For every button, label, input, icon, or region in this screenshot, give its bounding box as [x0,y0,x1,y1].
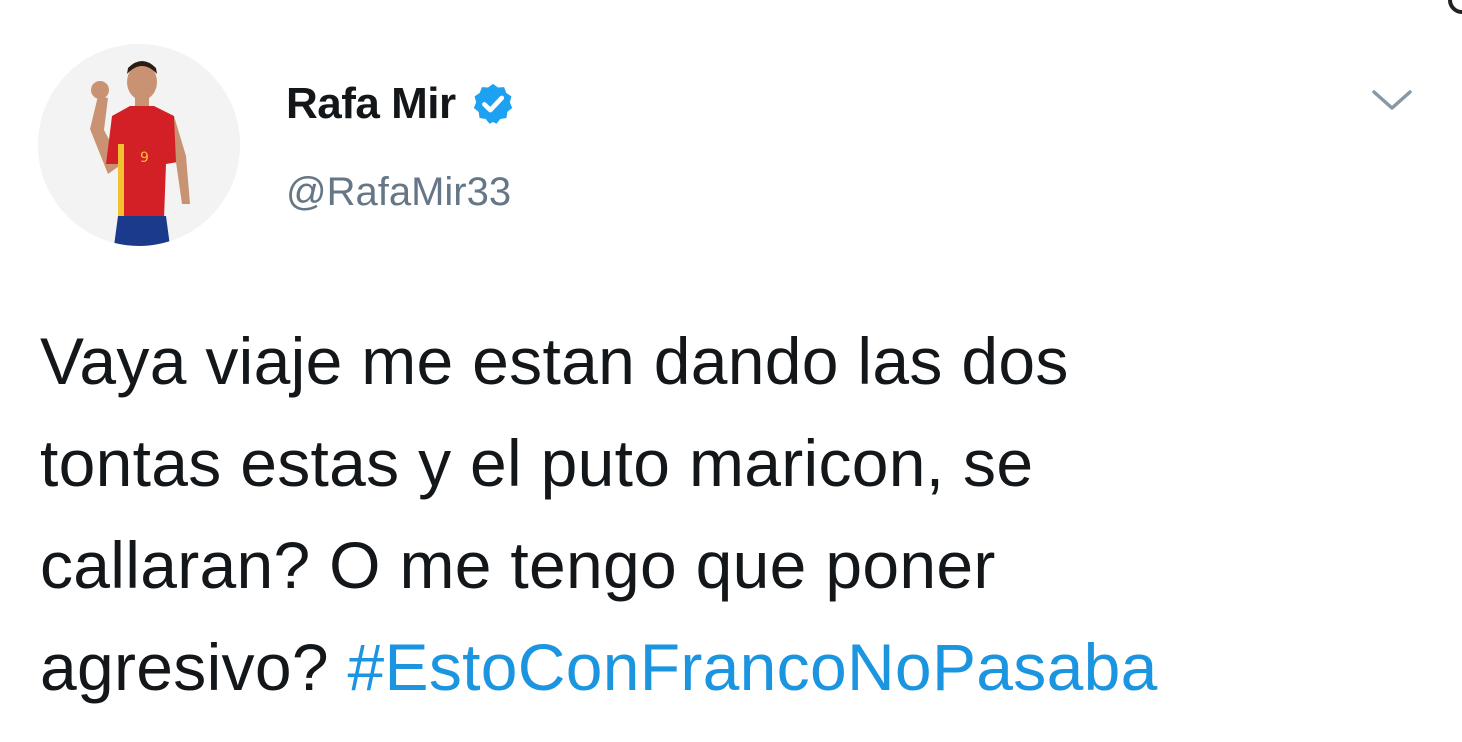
tweet-line: Vaya viaje me estan dando las dos [40,324,1069,398]
corner-circle-icon [1448,0,1462,14]
tweet-line-last: agresivo? #EstoConFrancoNoPasaba [40,616,1440,718]
tweet-line: tontas estas y el puto maricon, se [40,426,1034,500]
display-name[interactable]: Rafa Mir [286,79,456,129]
profile-photo-icon: 9 [38,44,240,246]
tweet-text: Vaya viaje me estan dando las dos tontas… [40,310,1440,718]
svg-text:9: 9 [140,150,149,166]
user-handle[interactable]: @RafaMir33 [286,170,511,215]
chevron-down-icon[interactable] [1370,86,1414,116]
hashtag-link[interactable]: #EstoConFrancoNoPasaba [348,630,1158,704]
avatar[interactable]: 9 [38,44,240,246]
tweet-line: callaran? O me tengo que poner [40,528,996,602]
verified-badge-icon [473,83,512,124]
author-row[interactable]: Rafa Mir [286,74,516,134]
tweet-card: 9 Rafa Mir @RafaMir33 Vaya viaje me esta… [0,0,1462,742]
tweet-line-text: agresivo? [40,630,348,704]
